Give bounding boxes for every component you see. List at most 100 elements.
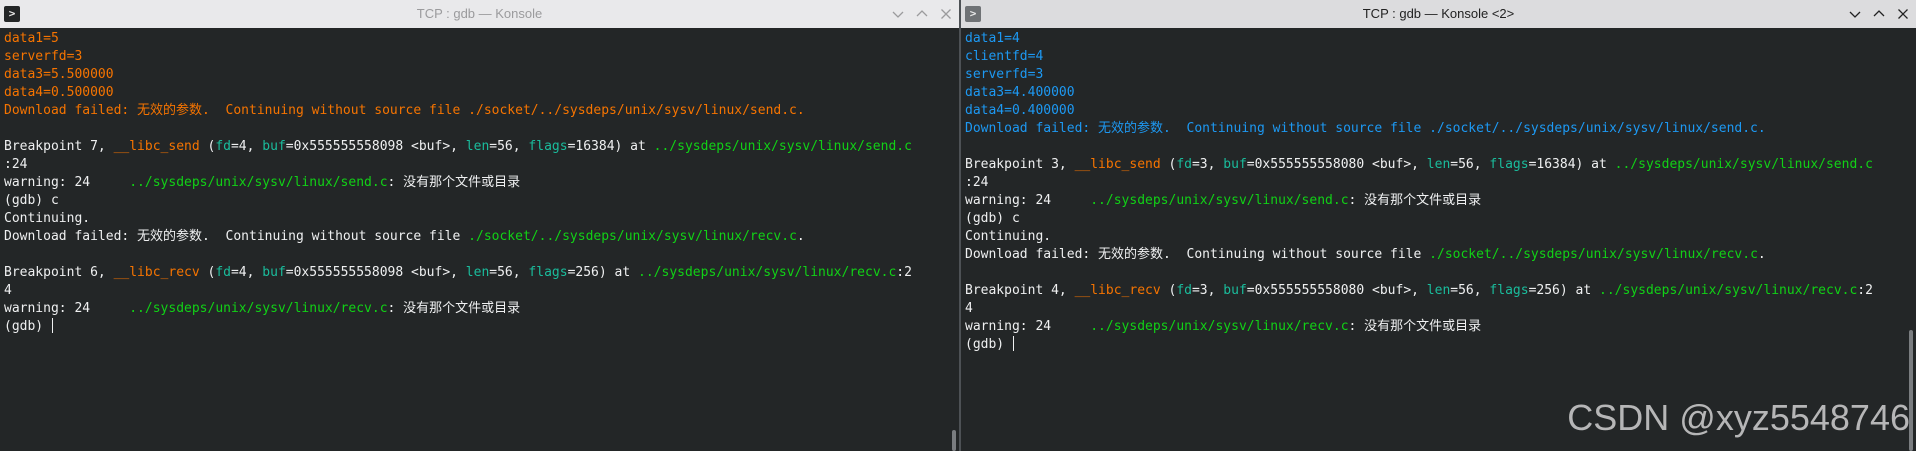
terminal-text: ( bbox=[1160, 283, 1177, 298]
terminal-text: :2 bbox=[896, 265, 912, 280]
terminal-text: buf bbox=[262, 139, 286, 154]
terminal-text: ./socket/../sysdeps/unix/sysv/linux/recv… bbox=[1429, 247, 1758, 262]
terminal-text: ../sysdeps/unix/sysv/linux/recv.c bbox=[129, 301, 388, 316]
maximize-button[interactable] bbox=[1872, 7, 1886, 21]
text-cursor bbox=[1012, 336, 1014, 351]
terminal-line: serverfd=3 bbox=[4, 48, 943, 66]
terminal-text: __libc_send bbox=[113, 139, 200, 154]
terminal-line: Breakpoint 7, __libc_send (fd=4, buf=0x5… bbox=[4, 138, 943, 156]
terminal-text: =256) at bbox=[567, 265, 639, 280]
terminal-text: =0x555555558098 <buf>, bbox=[285, 139, 466, 154]
terminal-line: Breakpoint 3, __libc_send (fd=3, buf=0x5… bbox=[965, 156, 1900, 174]
terminal-text: :24 bbox=[4, 157, 28, 172]
terminal-text: 4 bbox=[965, 301, 973, 316]
terminal-text: flags bbox=[528, 265, 568, 280]
terminal-text: :24 bbox=[965, 175, 989, 190]
terminal-text: =0x555555558098 <buf>, bbox=[285, 265, 466, 280]
terminal-text: Download failed: 无效的参数. Continuing witho… bbox=[4, 229, 469, 244]
terminal-line: warning: 24 ../sysdeps/unix/sysv/linux/r… bbox=[4, 300, 943, 318]
terminal-line: Download failed: 无效的参数. Continuing witho… bbox=[4, 228, 943, 246]
terminal-text: warning: 24 bbox=[965, 319, 1091, 334]
terminal-text: Continuing. bbox=[4, 211, 91, 226]
terminal-text: __libc_send bbox=[1074, 157, 1161, 172]
terminal-text: ../sysdeps/unix/sysv/linux/send.c bbox=[1090, 193, 1349, 208]
terminal-text: : 没有那个文件或目录 bbox=[1348, 193, 1482, 208]
window-title: TCP : gdb — Konsole bbox=[416, 6, 543, 21]
maximize-button[interactable] bbox=[915, 7, 929, 21]
terminal-text: ( bbox=[199, 139, 216, 154]
terminal-text: . bbox=[796, 229, 805, 244]
terminal-text: (gdb) c bbox=[4, 193, 59, 208]
close-button[interactable] bbox=[939, 7, 953, 21]
terminal-text: =56, bbox=[489, 265, 529, 280]
terminal-line: Breakpoint 4, __libc_recv (fd=3, buf=0x5… bbox=[965, 282, 1900, 300]
terminal-line: serverfd=3 bbox=[965, 66, 1900, 84]
terminal-text: Breakpoint 4, bbox=[965, 283, 1075, 298]
terminal-text: clientfd=4 bbox=[965, 49, 1044, 64]
terminal-output[interactable]: data1=4 clientfd=4 serverfd=3 data3=4.40000… bbox=[965, 30, 1900, 451]
scrollbar[interactable] bbox=[952, 430, 956, 451]
terminal-text: buf bbox=[1223, 157, 1247, 172]
terminal-line: :24 bbox=[4, 156, 943, 174]
terminal-line: warning: 24 ../sysdeps/unix/sysv/linux/s… bbox=[4, 174, 943, 192]
terminal-line: 4 bbox=[4, 282, 943, 300]
konsole-window-left: > TCP : gdb — Konsole data1=5 serverfd=3 d… bbox=[0, 0, 959, 451]
terminal-text: data4=0.500000 bbox=[4, 85, 114, 100]
terminal-text: =56, bbox=[489, 139, 529, 154]
terminal-text: warning: 24 bbox=[4, 301, 130, 316]
chevron-down-icon bbox=[1849, 11, 1861, 18]
terminal-text: buf bbox=[1223, 283, 1247, 298]
title-bar[interactable]: > TCP : gdb — Konsole <2> bbox=[961, 0, 1916, 28]
terminal-text: data1=4 bbox=[965, 31, 1020, 46]
terminal-text: . bbox=[1757, 247, 1766, 262]
terminal-output[interactable]: data1=5 serverfd=3 data3=5.500000 data4=0.5… bbox=[4, 30, 943, 451]
terminal-text: buf bbox=[262, 265, 286, 280]
terminal-line: data1=5 bbox=[4, 30, 943, 48]
terminal-text: =0x555555558080 <buf>, bbox=[1246, 157, 1427, 172]
terminal-text: flags bbox=[528, 139, 568, 154]
terminal-text: (gdb) c bbox=[965, 211, 1020, 226]
terminal-text: flags bbox=[1489, 283, 1529, 298]
minimize-button[interactable] bbox=[1848, 7, 1862, 21]
terminal-text: =56, bbox=[1450, 157, 1490, 172]
terminal-text: =4, bbox=[230, 139, 263, 154]
terminal-text: len bbox=[465, 265, 490, 280]
terminal-text: ../sysdeps/unix/sysv/linux/send.c bbox=[653, 139, 912, 154]
terminal-text: : 没有那个文件或目录 bbox=[1348, 319, 1482, 334]
terminal-text: flags bbox=[1489, 157, 1529, 172]
terminal-line: Continuing. bbox=[4, 210, 943, 228]
terminal-text: Download failed: 无效的参数. Continuing witho… bbox=[965, 247, 1430, 262]
terminal-text: Continuing. bbox=[965, 229, 1052, 244]
terminal-text: =4, bbox=[230, 265, 263, 280]
terminal-line: clientfd=4 bbox=[965, 48, 1900, 66]
terminal-text: ( bbox=[199, 265, 216, 280]
konsole-window-right: > TCP : gdb — Konsole <2> data1=4 clientf… bbox=[961, 0, 1916, 451]
terminal-text: ./socket/../sysdeps/unix/sysv/linux/recv… bbox=[468, 229, 797, 244]
title-bar[interactable]: > TCP : gdb — Konsole bbox=[0, 0, 959, 28]
terminal-text: warning: 24 bbox=[4, 175, 130, 190]
terminal-line: data4=0.400000 bbox=[965, 102, 1900, 120]
terminal-text: (gdb) bbox=[4, 319, 51, 334]
terminal-text: :2 bbox=[1857, 283, 1873, 298]
terminal-text: __libc_recv bbox=[1074, 283, 1161, 298]
terminal-text: fd bbox=[1176, 157, 1192, 172]
terminal-line: Download failed: 无效的参数. Continuing witho… bbox=[4, 102, 943, 120]
terminal-text: len bbox=[465, 139, 490, 154]
terminal-text: fd bbox=[215, 265, 231, 280]
terminal-text: ../sysdeps/unix/sysv/linux/send.c bbox=[1614, 157, 1873, 172]
terminal-text: data3=5.500000 bbox=[4, 67, 114, 82]
terminal-text: Breakpoint 7, bbox=[4, 139, 114, 154]
minimize-button[interactable] bbox=[891, 7, 905, 21]
terminal-text: : 没有那个文件或目录 bbox=[387, 301, 521, 316]
terminal-text: : 没有那个文件或目录 bbox=[387, 175, 521, 190]
terminal-text: ../sysdeps/unix/sysv/linux/recv.c bbox=[1599, 283, 1858, 298]
terminal-text: warning: 24 bbox=[965, 193, 1091, 208]
terminal-line: (gdb) c bbox=[4, 192, 943, 210]
terminal-line: Breakpoint 6, __libc_recv (fd=4, buf=0x5… bbox=[4, 264, 943, 282]
terminal-text: fd bbox=[215, 139, 231, 154]
terminal-text: =56, bbox=[1450, 283, 1490, 298]
terminal-line: 4 bbox=[965, 300, 1900, 318]
close-button[interactable] bbox=[1896, 7, 1910, 21]
